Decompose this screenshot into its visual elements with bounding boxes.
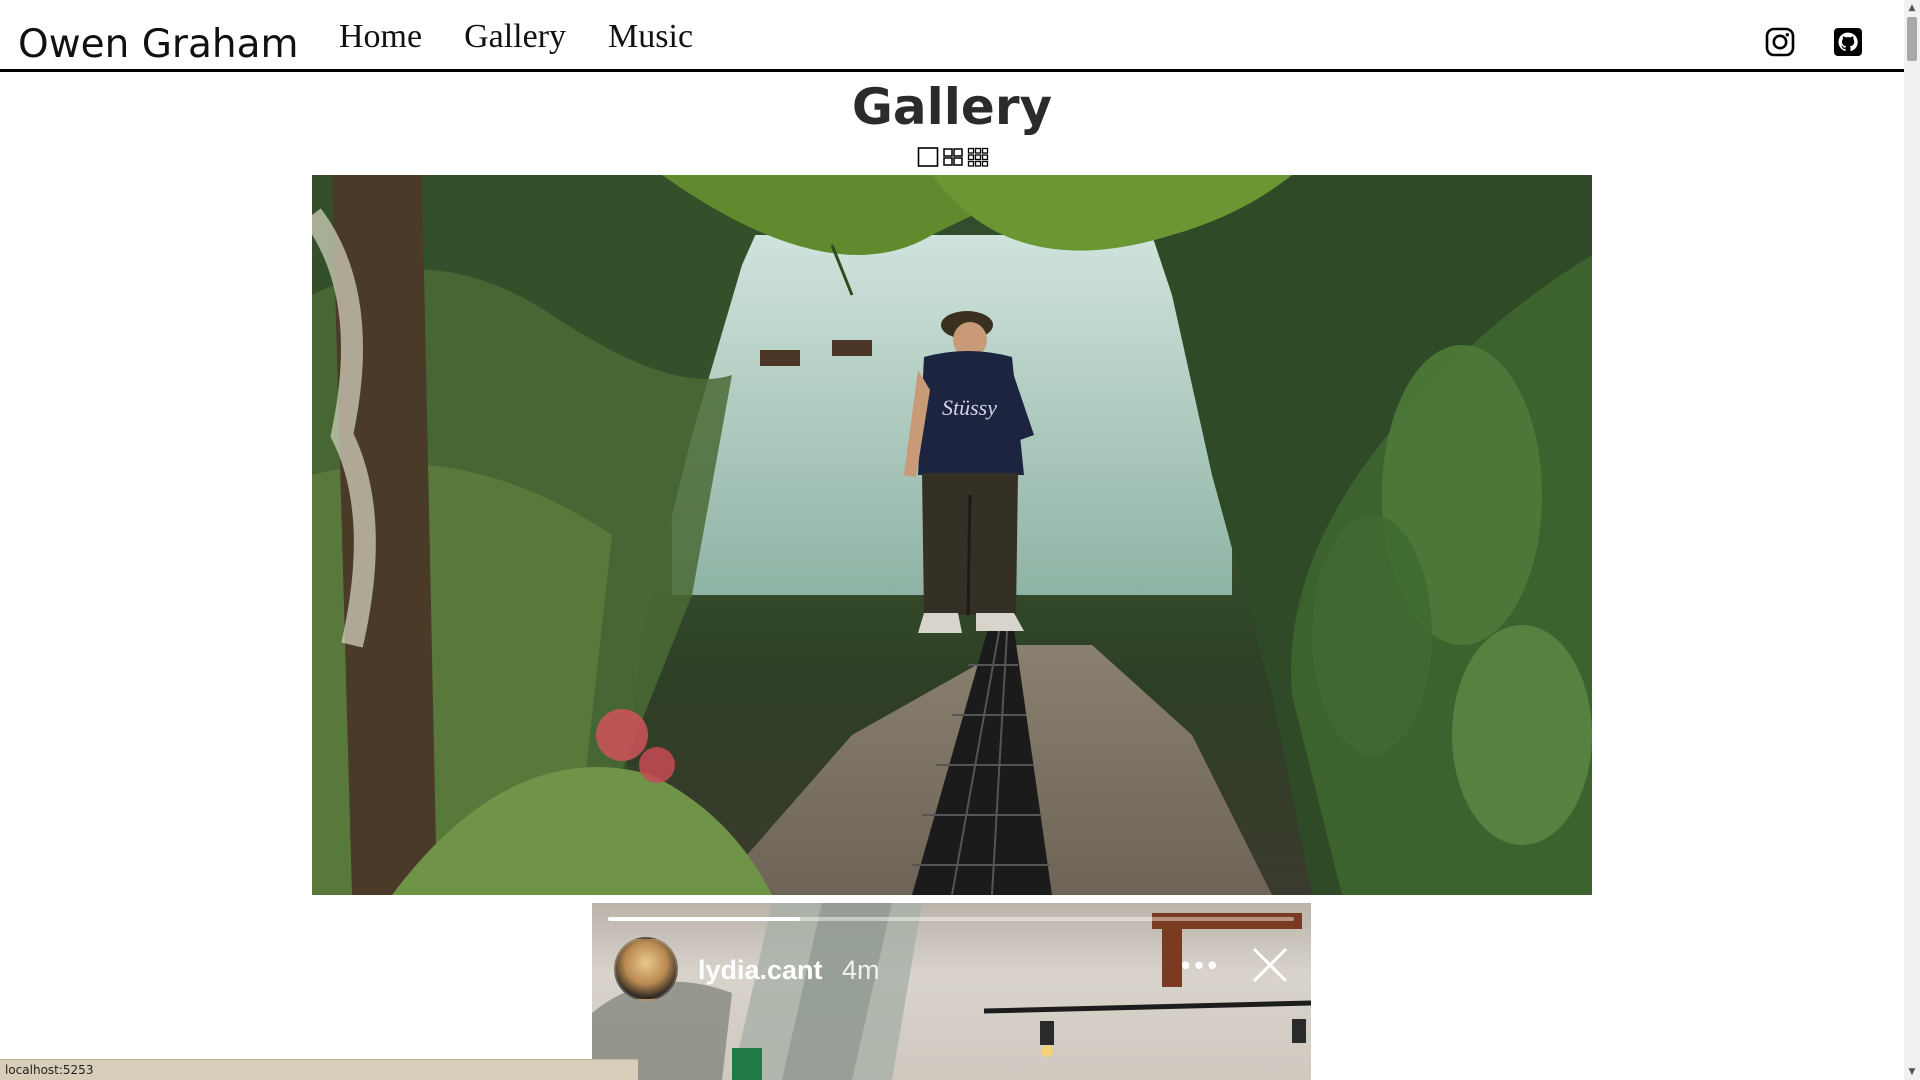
svg-text:Stüssy: Stüssy bbox=[942, 395, 997, 420]
story-progress-fill bbox=[608, 917, 801, 921]
more-horizontal-icon[interactable]: ••• bbox=[1178, 954, 1220, 980]
scrollbar-thumb[interactable] bbox=[1907, 17, 1917, 61]
story-time-ago: 4m bbox=[842, 955, 880, 985]
page-scrollbar[interactable]: ▲ ▼ bbox=[1904, 0, 1920, 1080]
github-icon[interactable] bbox=[1832, 26, 1864, 58]
grid-2-icon[interactable] bbox=[942, 146, 964, 168]
main-nav: Home Gallery Music bbox=[339, 18, 693, 56]
scroll-down-arrow-icon[interactable]: ▼ bbox=[1904, 1064, 1920, 1080]
story-avatar[interactable] bbox=[614, 937, 678, 1001]
story-background bbox=[592, 903, 1311, 1080]
nav-link-home[interactable]: Home bbox=[339, 18, 422, 56]
story-username[interactable]: lydia.cant bbox=[698, 955, 823, 986]
social-links bbox=[1764, 26, 1864, 58]
story-overlay: lydia.cant 4m ••• bbox=[592, 903, 1311, 1080]
close-icon[interactable] bbox=[1250, 945, 1290, 985]
story-progress-bar bbox=[608, 917, 1294, 921]
single-view-icon[interactable] bbox=[917, 146, 939, 168]
nav-link-gallery[interactable]: Gallery bbox=[464, 18, 566, 56]
browser-status-bar: localhost:5253 bbox=[0, 1059, 638, 1080]
site-header: Owen Graham Home Gallery Music bbox=[0, 0, 1904, 72]
page-title: Gallery bbox=[851, 78, 1053, 136]
photo-jungle-greenhouse[interactable]: Stüssy bbox=[312, 175, 1592, 895]
nav-link-music[interactable]: Music bbox=[608, 18, 693, 56]
grid-3-icon[interactable] bbox=[967, 146, 989, 168]
site-brand[interactable]: Owen Graham bbox=[18, 22, 298, 67]
instagram-icon[interactable] bbox=[1764, 26, 1796, 58]
layout-toggle bbox=[917, 146, 989, 168]
scroll-up-arrow-icon[interactable]: ▲ bbox=[1904, 0, 1920, 16]
